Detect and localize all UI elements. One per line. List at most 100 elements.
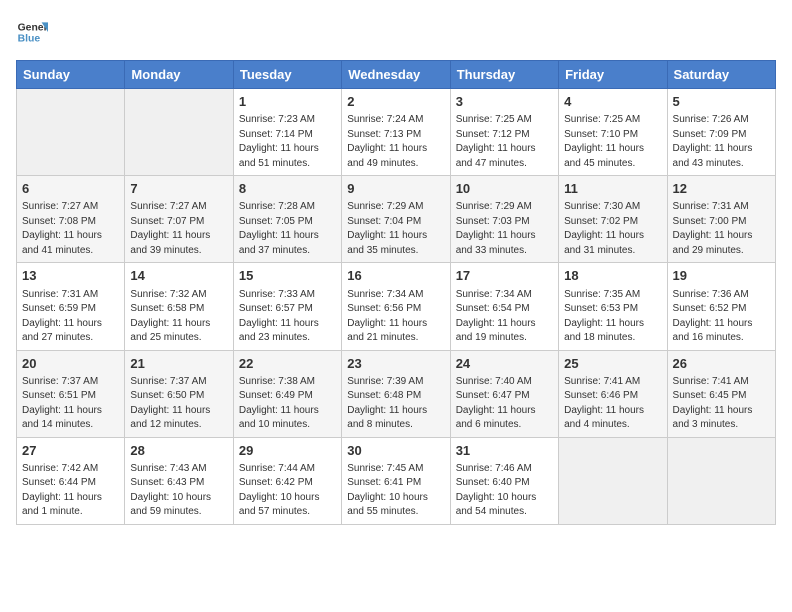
calendar-cell: 4 Sunrise: 7:25 AM Sunset: 7:10 PM Daylig…: [559, 89, 667, 176]
day-number: 6: [22, 180, 119, 198]
calendar-cell: [667, 437, 775, 524]
calendar-cell: 12 Sunrise: 7:31 AM Sunset: 7:00 PM Dayli…: [667, 176, 775, 263]
day-number: 26: [673, 355, 770, 373]
day-number: 17: [456, 267, 553, 285]
calendar-cell: 2 Sunrise: 7:24 AM Sunset: 7:13 PM Daylig…: [342, 89, 450, 176]
day-info: Sunrise: 7:42 AM Sunset: 6:44 PM Dayligh…: [22, 462, 119, 520]
calendar-cell: 13 Sunrise: 7:31 AM Sunset: 6:59 PM Dayli…: [17, 263, 125, 350]
day-number: 11: [564, 180, 661, 198]
calendar-cell: 21 Sunrise: 7:37 AM Sunset: 6:50 PM Dayli…: [125, 350, 233, 437]
day-info: Sunrise: 7:39 AM Sunset: 6:48 PM Dayligh…: [347, 375, 444, 433]
day-number: 8: [239, 180, 336, 198]
calendar-cell: 8Sunrise: 7:28 AM Sunset: 7:05 PM Daylig…: [233, 176, 341, 263]
day-number: 3: [456, 93, 553, 111]
day-number: 18: [564, 267, 661, 285]
col-header-tuesday: Tuesday: [233, 61, 341, 89]
col-header-wednesday: Wednesday: [342, 61, 450, 89]
day-info: Sunrise: 7:26 AM Sunset: 7:09 PM Dayligh…: [673, 113, 770, 171]
day-number: 2: [347, 93, 444, 111]
calendar-cell: 23 Sunrise: 7:39 AM Sunset: 6:48 PM Dayli…: [342, 350, 450, 437]
day-info: Sunrise: 7:24 AM Sunset: 7:13 PM Dayligh…: [347, 113, 444, 171]
day-info: Sunrise: 7:37 AM Sunset: 6:51 PM Dayligh…: [22, 375, 119, 433]
week-row-3: 13 Sunrise: 7:31 AM Sunset: 6:59 PM Dayli…: [17, 263, 776, 350]
calendar-cell: [125, 89, 233, 176]
day-number: 12: [673, 180, 770, 198]
day-number: 21: [130, 355, 227, 373]
day-info: Sunrise: 7:43 AM Sunset: 6:43 PM Dayligh…: [130, 462, 227, 520]
col-header-sunday: Sunday: [17, 61, 125, 89]
calendar-table: SundayMondayTuesdayWednesdayThursdayFrid…: [16, 60, 776, 525]
calendar-cell: 18 Sunrise: 7:35 AM Sunset: 6:53 PM Dayli…: [559, 263, 667, 350]
day-info: Sunrise: 7:34 AM Sunset: 6:54 PM Dayligh…: [456, 288, 553, 346]
calendar-cell: 29Sunrise: 7:44 AM Sunset: 6:42 PM Dayli…: [233, 437, 341, 524]
calendar-cell: 20 Sunrise: 7:37 AM Sunset: 6:51 PM Dayli…: [17, 350, 125, 437]
day-info: Sunrise: 7:37 AM Sunset: 6:50 PM Dayligh…: [130, 375, 227, 433]
calendar-cell: 9Sunrise: 7:29 AM Sunset: 7:04 PM Daylig…: [342, 176, 450, 263]
calendar-cell: 17 Sunrise: 7:34 AM Sunset: 6:54 PM Dayli…: [450, 263, 558, 350]
calendar-cell: 6 Sunrise: 7:27 AM Sunset: 7:08 PM Daylig…: [17, 176, 125, 263]
day-info: Sunrise: 7:34 AM Sunset: 6:56 PM Dayligh…: [347, 288, 444, 346]
calendar-cell: [559, 437, 667, 524]
calendar-cell: 27 Sunrise: 7:42 AM Sunset: 6:44 PM Dayli…: [17, 437, 125, 524]
day-number: 24: [456, 355, 553, 373]
day-info: Sunrise: 7:40 AM Sunset: 6:47 PM Dayligh…: [456, 375, 553, 433]
day-info: Sunrise: 7:25 AM Sunset: 7:10 PM Dayligh…: [564, 113, 661, 171]
calendar-cell: [17, 89, 125, 176]
day-info: Sunrise: 7:41 AM Sunset: 6:45 PM Dayligh…: [673, 375, 770, 433]
day-number: 30: [347, 442, 444, 460]
calendar-cell: 28 Sunrise: 7:43 AM Sunset: 6:43 PM Dayli…: [125, 437, 233, 524]
day-info: Sunrise: 7:45 AM Sunset: 6:41 PM Dayligh…: [347, 462, 444, 520]
calendar-cell: 16 Sunrise: 7:34 AM Sunset: 6:56 PM Dayli…: [342, 263, 450, 350]
day-number: 1: [239, 93, 336, 111]
day-info: Sunrise: 7:30 AM Sunset: 7:02 PM Dayligh…: [564, 200, 661, 258]
page-header: General Blue: [16, 16, 776, 48]
day-number: 23: [347, 355, 444, 373]
calendar-cell: 24 Sunrise: 7:40 AM Sunset: 6:47 PM Dayli…: [450, 350, 558, 437]
day-number: 5: [673, 93, 770, 111]
day-number: 13: [22, 267, 119, 285]
day-number: 16: [347, 267, 444, 285]
day-info: Sunrise: 7:31 AM Sunset: 6:59 PM Dayligh…: [22, 288, 119, 346]
calendar-cell: 31Sunrise: 7:46 AM Sunset: 6:40 PM Dayli…: [450, 437, 558, 524]
calendar-body: 1Sunrise: 7:23 AM Sunset: 7:14 PM Daylig…: [17, 89, 776, 525]
day-info: Sunrise: 7:33 AM Sunset: 6:57 PM Dayligh…: [239, 288, 336, 346]
week-row-4: 20 Sunrise: 7:37 AM Sunset: 6:51 PM Dayli…: [17, 350, 776, 437]
day-info: Sunrise: 7:35 AM Sunset: 6:53 PM Dayligh…: [564, 288, 661, 346]
day-number: 14: [130, 267, 227, 285]
calendar-cell: 26 Sunrise: 7:41 AM Sunset: 6:45 PM Dayli…: [667, 350, 775, 437]
calendar-cell: 14 Sunrise: 7:32 AM Sunset: 6:58 PM Dayli…: [125, 263, 233, 350]
calendar-cell: 25Sunrise: 7:41 AM Sunset: 6:46 PM Dayli…: [559, 350, 667, 437]
calendar-cell: 3 Sunrise: 7:25 AM Sunset: 7:12 PM Daylig…: [450, 89, 558, 176]
calendar-cell: 30 Sunrise: 7:45 AM Sunset: 6:41 PM Dayli…: [342, 437, 450, 524]
day-info: Sunrise: 7:31 AM Sunset: 7:00 PM Dayligh…: [673, 200, 770, 258]
day-number: 15: [239, 267, 336, 285]
day-number: 28: [130, 442, 227, 460]
day-number: 19: [673, 267, 770, 285]
col-header-thursday: Thursday: [450, 61, 558, 89]
day-info: Sunrise: 7:27 AM Sunset: 7:07 PM Dayligh…: [130, 200, 227, 258]
day-info: Sunrise: 7:29 AM Sunset: 7:03 PM Dayligh…: [456, 200, 553, 258]
col-header-friday: Friday: [559, 61, 667, 89]
day-info: Sunrise: 7:32 AM Sunset: 6:58 PM Dayligh…: [130, 288, 227, 346]
day-number: 22: [239, 355, 336, 373]
day-number: 27: [22, 442, 119, 460]
svg-text:Blue: Blue: [18, 34, 41, 45]
day-info: Sunrise: 7:25 AM Sunset: 7:12 PM Dayligh…: [456, 113, 553, 171]
logo: General Blue: [16, 16, 48, 48]
calendar-cell: 19Sunrise: 7:36 AM Sunset: 6:52 PM Dayli…: [667, 263, 775, 350]
day-number: 20: [22, 355, 119, 373]
calendar-cell: 5 Sunrise: 7:26 AM Sunset: 7:09 PM Daylig…: [667, 89, 775, 176]
calendar-cell: 1Sunrise: 7:23 AM Sunset: 7:14 PM Daylig…: [233, 89, 341, 176]
calendar-cell: 7Sunrise: 7:27 AM Sunset: 7:07 PM Daylig…: [125, 176, 233, 263]
day-number: 9: [347, 180, 444, 198]
calendar-header: SundayMondayTuesdayWednesdayThursdayFrid…: [17, 61, 776, 89]
day-number: 25: [564, 355, 661, 373]
day-info: Sunrise: 7:27 AM Sunset: 7:08 PM Dayligh…: [22, 200, 119, 258]
day-number: 31: [456, 442, 553, 460]
day-number: 10: [456, 180, 553, 198]
day-number: 4: [564, 93, 661, 111]
day-number: 29: [239, 442, 336, 460]
col-header-monday: Monday: [125, 61, 233, 89]
week-row-2: 6 Sunrise: 7:27 AM Sunset: 7:08 PM Daylig…: [17, 176, 776, 263]
col-header-saturday: Saturday: [667, 61, 775, 89]
